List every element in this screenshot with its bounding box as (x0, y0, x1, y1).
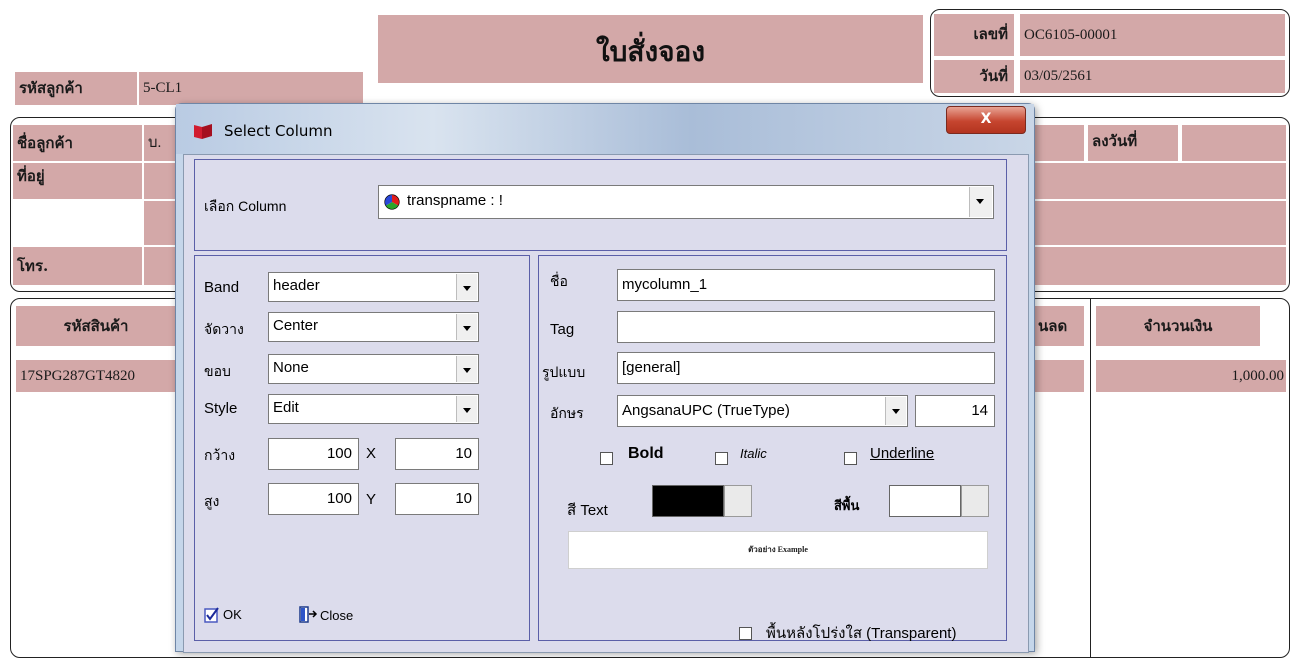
y-label: Y (366, 491, 377, 508)
width-field[interactable]: 100 (268, 438, 359, 470)
text-color-swatch[interactable] (652, 485, 724, 517)
transparent-checkbox[interactable] (739, 627, 752, 640)
app-icon (194, 124, 212, 139)
bg-color-picker-button[interactable] (961, 485, 989, 517)
tag-label: Tag (550, 321, 575, 338)
border-label: ขอบ (204, 363, 231, 379)
underline-checkbox[interactable] (844, 452, 857, 465)
select-column-dialog: Select Column X เลือก Column transpname … (175, 103, 1035, 653)
width-label: กว้าง (204, 447, 236, 463)
ok-label: OK (223, 607, 242, 622)
customer-code-label: รหัสลูกค้า (15, 72, 137, 105)
tag-field[interactable] (617, 311, 995, 343)
transparent-label: พื้นหลังโปร่งใส (Transparent) (766, 625, 957, 642)
style-label: Style (204, 400, 238, 417)
row-middle-strip (1034, 360, 1084, 392)
x-label: X (366, 445, 377, 462)
dialog-titlebar[interactable]: Select Column X (176, 104, 1034, 154)
row-amount: 1,000.00 (1096, 360, 1286, 392)
y-field[interactable]: 10 (395, 483, 479, 515)
border-dropdown-arrow[interactable] (456, 356, 477, 382)
format-label: รูปแบบ (542, 364, 586, 380)
amount-header: จำนวนเงิน (1096, 306, 1260, 346)
align-value: Center (273, 317, 319, 334)
customer-right-strip (1034, 125, 1084, 161)
select-column-dropdown-arrow[interactable] (969, 187, 992, 217)
font-size-field[interactable]: 14 (915, 395, 995, 427)
align-label: จัดวาง (204, 321, 244, 337)
font-preview-text: ตัวอย่าง Example (748, 545, 808, 554)
x-field[interactable]: 10 (395, 438, 479, 470)
sign-date-label: ลงวันที่ (1088, 125, 1178, 161)
border-dropdown[interactable]: None (268, 354, 479, 384)
height-field[interactable]: 100 (268, 483, 359, 515)
name-field[interactable]: mycolumn_1 (617, 269, 995, 301)
select-column-value: transpname : ! (407, 192, 503, 209)
dialog-close-button[interactable]: X (946, 106, 1026, 134)
date-label: วันที่ (934, 60, 1014, 93)
customer-name-label: ชื่อลูกค้า (13, 125, 142, 161)
close-button[interactable]: Close (298, 605, 378, 627)
doc-title: ใบสั่งจอง (595, 35, 706, 68)
bg-color-label: สีพื้น (834, 498, 860, 513)
border-value: None (273, 359, 309, 376)
doc-no-label: เลขที่ (934, 14, 1014, 56)
font-value: AngsanaUPC (TrueType) (622, 402, 790, 419)
dialog-client-area: เลือก Column transpname : ! Band header … (183, 154, 1029, 653)
discount-header: นลด (1034, 306, 1084, 346)
sign-date-value (1182, 125, 1286, 161)
font-label: อักษร (550, 405, 584, 421)
select-column-dropdown[interactable]: transpname : ! (378, 185, 994, 219)
doc-no-value: OC6105-00001 (1020, 14, 1285, 56)
amount-header-divider (1090, 298, 1091, 658)
italic-label: Italic (740, 446, 767, 461)
select-column-label: เลือก Column (204, 198, 287, 214)
text-color-picker-button[interactable] (724, 485, 752, 517)
ok-icon (204, 607, 219, 623)
row-product-code: 17SPG287GT4820 (16, 360, 176, 392)
name-label: ชื่อ (550, 273, 568, 289)
bold-checkbox[interactable] (600, 452, 613, 465)
italic-checkbox[interactable] (715, 452, 728, 465)
address-label: ที่อยู่ (13, 163, 142, 199)
column-type-icon (384, 194, 400, 210)
phone-label: โทร. (13, 247, 142, 285)
style-dropdown[interactable]: Edit (268, 394, 479, 424)
band-label: Band (204, 279, 240, 296)
close-button-label: Close (320, 608, 354, 623)
band-dropdown-arrow[interactable] (456, 274, 477, 300)
height-label: สูง (204, 493, 220, 509)
customer-right-row-4 (1034, 247, 1286, 285)
band-dropdown[interactable]: header (268, 272, 479, 302)
exit-icon (299, 606, 318, 623)
dialog-title: Select Column (224, 122, 333, 140)
customer-right-row-3 (1034, 201, 1286, 245)
underline-label: Underline (870, 445, 935, 462)
style-dropdown-arrow[interactable] (456, 396, 477, 422)
bold-label: Bold (628, 445, 664, 462)
band-value: header (273, 277, 320, 294)
ok-button[interactable]: OK (204, 605, 264, 627)
style-value: Edit (273, 399, 299, 416)
customer-right-row-2 (1034, 163, 1286, 199)
customer-code-value: 5-CL1 (139, 72, 363, 105)
align-dropdown-arrow[interactable] (456, 314, 477, 340)
format-field[interactable]: [general] (617, 352, 995, 384)
font-dropdown-arrow[interactable] (885, 397, 906, 425)
bg-color-swatch[interactable] (889, 485, 961, 517)
text-color-label: สี Text (567, 502, 608, 519)
align-dropdown[interactable]: Center (268, 312, 479, 342)
product-code-header: รหัสสินค้า (16, 306, 176, 346)
date-value: 03/05/2561 (1020, 60, 1285, 93)
font-dropdown[interactable]: AngsanaUPC (TrueType) (617, 395, 908, 427)
